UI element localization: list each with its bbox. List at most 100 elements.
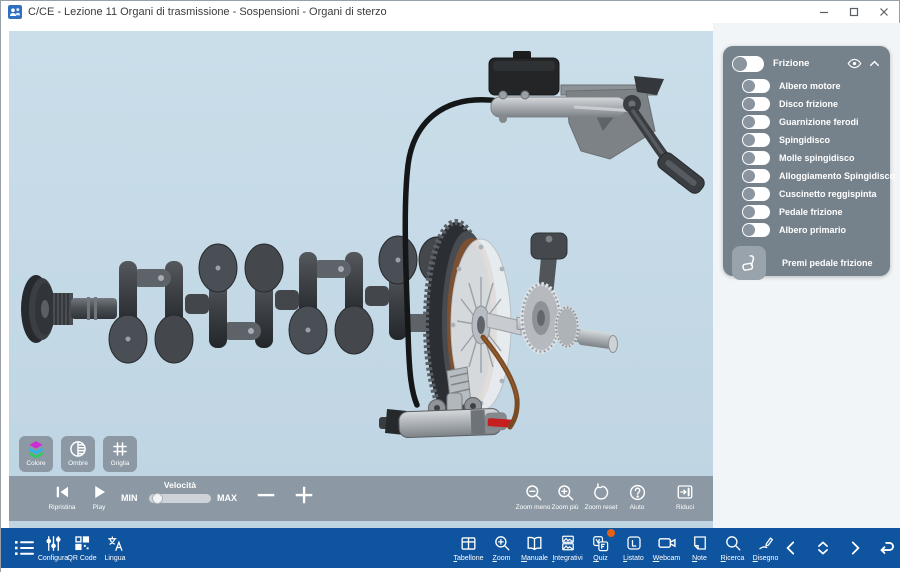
minimize-button[interactable] — [809, 1, 839, 23]
close-button[interactable] — [869, 1, 899, 23]
nav-return-button[interactable] — [872, 536, 900, 560]
disco-frizione-toggle[interactable] — [742, 97, 770, 111]
collapse-button[interactable]: Riduci — [657, 482, 713, 511]
search-icon — [724, 534, 742, 552]
shadows-button[interactable]: Ombre — [61, 436, 95, 472]
maximize-button[interactable] — [839, 1, 869, 23]
speed-decrease-button[interactable] — [247, 484, 285, 506]
toggle-row-cuscinetto-reggispinta: Cuscinetto reggispinta — [742, 185, 881, 203]
panel-header-label: Frizione — [773, 58, 847, 69]
listato-label: Listato — [617, 555, 650, 562]
toggle-row-disco-frizione: Disco frizione — [742, 95, 881, 113]
toolbar-center-group: Tabellone Zoom Manuale Integrativi Quiz — [452, 532, 782, 562]
cuscinetto-reggispinta-toggle[interactable] — [742, 187, 770, 201]
speed-slider[interactable] — [149, 494, 211, 503]
panel-action-row: Premi pedale frizione — [732, 246, 881, 280]
toggle-label: Albero motore — [779, 81, 841, 91]
speed-label: Velocità — [147, 480, 213, 490]
toolbar-item-manuale[interactable]: Manuale — [518, 532, 551, 562]
pedal-icon — [739, 253, 759, 273]
draw-icon — [757, 534, 775, 552]
language-icon — [106, 534, 125, 553]
board-icon — [459, 534, 478, 553]
zoom-in-icon — [556, 483, 575, 502]
toolbar-item-note[interactable]: Note — [683, 532, 716, 562]
qrcode-label: QR Code — [62, 555, 102, 562]
toggle-label: Spingidisco — [779, 135, 830, 145]
app-body: Colore Ombre Griglia — [1, 23, 900, 528]
toolbar-item-qrcode[interactable]: QR Code — [62, 532, 102, 562]
slider-knob[interactable] — [152, 493, 163, 504]
toolbar-item-listato[interactable]: Listato — [617, 532, 650, 562]
webcam-icon — [657, 533, 677, 553]
main-toolbar: Configura QR Code Lingua Tabellone Zoom … — [1, 528, 900, 568]
toolbar-item-quiz[interactable]: Quiz — [584, 532, 617, 562]
toggle-row-pedale-frizione: Pedale frizione — [742, 203, 881, 221]
alloggiamento-spingidisco-toggle[interactable] — [742, 169, 770, 183]
integrativi-label: Integrativi — [551, 555, 584, 562]
toggle-label: Disco frizione — [779, 99, 838, 109]
color-button[interactable]: Colore — [19, 436, 53, 472]
quiz-label: Quiz — [584, 555, 617, 562]
chevron-up-icon[interactable] — [868, 57, 881, 70]
titlebar: C/CE - Lezione 11 Organi di trasmissione… — [1, 1, 899, 23]
grid-button-label: Griglia — [103, 460, 137, 467]
guarnizione-ferodi-toggle[interactable] — [742, 115, 770, 129]
albero-motore-toggle[interactable] — [742, 79, 770, 93]
albero-primario-toggle[interactable] — [742, 223, 770, 237]
molle-spingidisco-toggle[interactable] — [742, 151, 770, 165]
menu-list-icon — [12, 536, 36, 560]
parts-panel: Frizione Albero motore Disco frizione — [723, 46, 890, 276]
play-icon — [90, 483, 108, 501]
max-label: MAX — [217, 493, 237, 503]
app-window: C/CE - Lezione 11 Organi di trasmissione… — [0, 0, 900, 572]
book-icon — [525, 534, 544, 553]
webcam-label: Webcam — [650, 555, 683, 562]
press-pedal-label: Premi pedale frizione — [782, 258, 873, 268]
shadows-button-label: Ombre — [61, 460, 95, 467]
color-button-label: Colore — [19, 460, 53, 467]
eye-icon[interactable] — [847, 57, 862, 70]
toggle-label: Albero primario — [779, 225, 846, 235]
spingidisco-toggle[interactable] — [742, 133, 770, 147]
pedal-assembly — [489, 51, 707, 196]
panel-header-row: Frizione — [732, 53, 881, 74]
toggle-row-albero-motore: Albero motore — [742, 77, 881, 95]
return-icon — [877, 538, 897, 558]
toolbar-item-zoom[interactable]: Zoom — [485, 532, 518, 562]
3d-viewport[interactable]: Colore Ombre Griglia — [9, 31, 713, 528]
collapse-label: Riduci — [657, 504, 713, 511]
collapse-panel-icon — [676, 483, 694, 501]
playback-bar: Ripristina Play Velocità MIN MAX — [9, 476, 713, 521]
images-icon — [559, 534, 577, 552]
pedale-frizione-toggle[interactable] — [742, 205, 770, 219]
press-pedal-button[interactable] — [732, 246, 766, 280]
ricerca-label: Ricerca — [716, 555, 749, 562]
nav-previous-button[interactable] — [776, 536, 806, 560]
play-label: Play — [81, 504, 117, 511]
shading-icon — [68, 439, 88, 459]
grid-button[interactable]: Griglia — [103, 436, 137, 472]
layers-icon — [26, 439, 46, 459]
toggle-label: Guarnizione ferodi — [779, 117, 859, 127]
speed-increase-button[interactable] — [285, 484, 323, 506]
toggle-row-molle-spingidisco: Molle spingidisco — [742, 149, 881, 167]
toolbar-item-tabellone[interactable]: Tabellone — [452, 532, 485, 562]
crankshaft — [21, 236, 455, 363]
toolbar-item-ricerca[interactable]: Ricerca — [716, 532, 749, 562]
nav-updown-button[interactable] — [808, 536, 838, 560]
toolbar-item-integrativi[interactable]: Integrativi — [551, 532, 584, 562]
nav-next-button[interactable] — [840, 536, 870, 560]
close-icon — [879, 7, 889, 17]
quiz-icon — [591, 534, 610, 553]
toggle-label: Molle spingidisco — [779, 153, 855, 163]
toggle-label: Alloggiamento Spingidisco — [779, 171, 895, 181]
toolbar-item-webcam[interactable]: Webcam — [650, 532, 683, 562]
minimize-icon — [819, 7, 829, 17]
grid-icon — [110, 439, 130, 459]
help-icon — [628, 483, 647, 502]
sliders-icon — [44, 534, 63, 553]
toolbar-item-lingua[interactable]: Lingua — [97, 532, 133, 562]
play-button[interactable]: Play — [81, 482, 117, 511]
frizione-toggle[interactable] — [732, 56, 764, 72]
